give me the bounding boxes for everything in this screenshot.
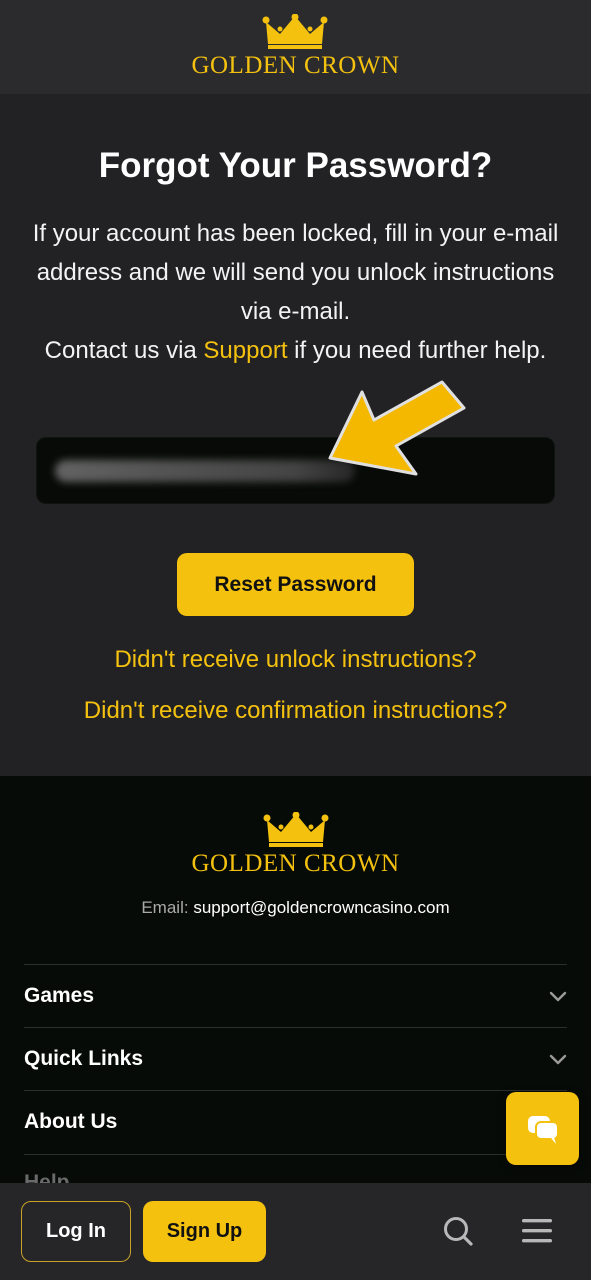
desc-text: If your account has been locked, fill in… [32,220,559,325]
footer-brand-name: GOLDEN CROWN [191,850,400,877]
accordion-quick-links[interactable]: Quick Links [24,1027,567,1090]
accordion-label: Games [24,984,95,1007]
page-title: Forgot Your Password? [98,146,493,185]
desc-contact-suffix: if you need further help. [294,337,547,364]
forgot-password-panel: Forgot Your Password? If your account ha… [0,94,591,776]
chevron-down-icon [549,1054,567,1065]
email-value-blurred [55,460,355,482]
footer-logo[interactable]: GOLDEN CROWN [0,812,591,878]
arrow-pointer-icon [328,380,466,476]
chevron-down-icon [549,991,567,1002]
site-footer: GOLDEN CROWN Email: support@goldencrownc… [0,776,591,1194]
chat-icon [527,1115,559,1144]
desc-contact-prefix: Contact us via [44,337,197,364]
unlock-instructions-link[interactable]: Didn't receive unlock instructions? [0,646,591,674]
accordion-label: Quick Links [24,1047,144,1070]
reset-password-button[interactable]: Reset Password [177,553,414,616]
log-in-button[interactable]: Log In [21,1201,131,1262]
accordion-games[interactable]: Games [24,964,567,1027]
accordion-about-us[interactable]: About Us [24,1090,567,1153]
footer-contact-email: Email: support@goldencrowncasino.com [0,898,591,918]
crown-icon [262,14,328,49]
support-link[interactable]: Support [203,337,287,364]
menu-icon[interactable] [521,1217,553,1245]
bottom-navigation-bar: Log In Sign Up [0,1183,591,1280]
crown-icon [263,812,328,847]
footer-email-value[interactable]: support@goldencrowncasino.com [193,898,449,917]
email-field[interactable] [36,437,555,504]
footer-email-label: Email: [141,898,189,917]
search-icon[interactable] [442,1215,474,1247]
chat-button[interactable] [506,1092,579,1165]
site-header: GOLDEN CROWN [0,0,591,94]
confirmation-instructions-link[interactable]: Didn't receive confirmation instructions… [0,697,591,725]
accordion-label: About Us [24,1110,118,1133]
sign-up-button[interactable]: Sign Up [143,1201,266,1262]
brand-name: GOLDEN CROWN [191,52,400,79]
page-description: If your account has been locked, fill in… [30,214,561,370]
header-logo[interactable]: GOLDEN CROWN [191,14,399,80]
